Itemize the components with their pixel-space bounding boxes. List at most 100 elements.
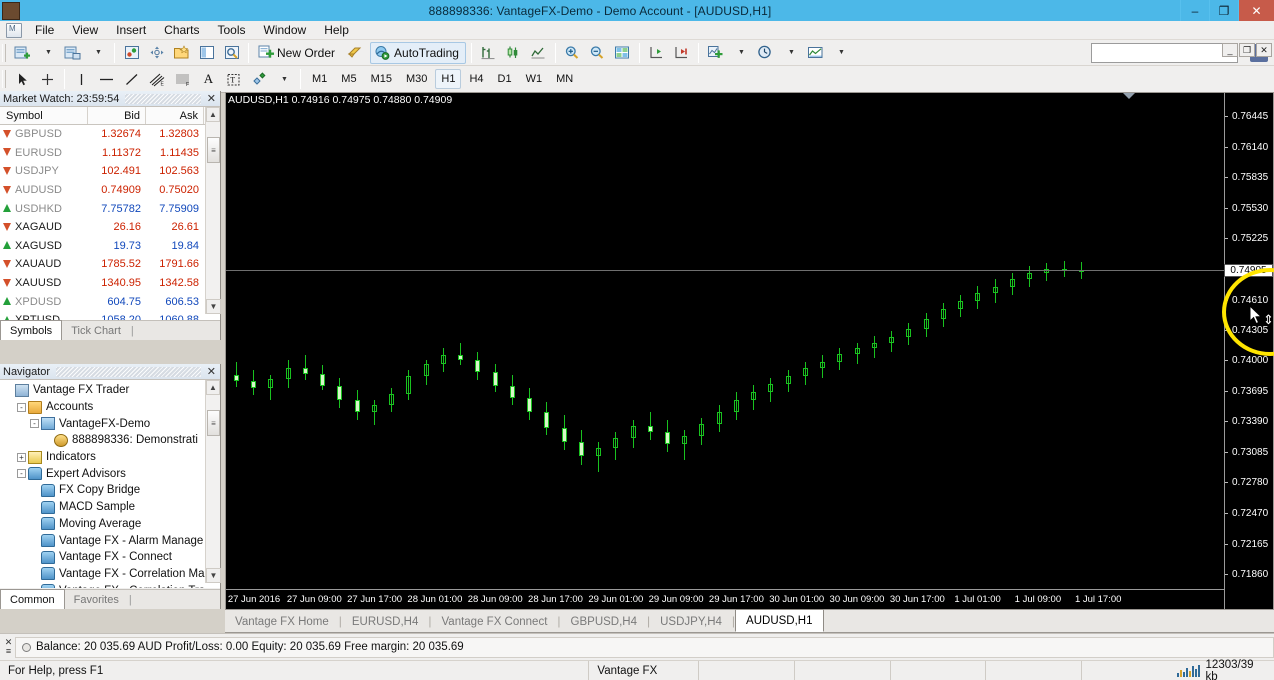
tile-windows-button[interactable] bbox=[611, 42, 634, 64]
timeframe-m5-button[interactable]: M5 bbox=[335, 69, 362, 89]
bar-chart-button[interactable] bbox=[477, 42, 500, 64]
new-order-button[interactable]: New Order bbox=[254, 42, 342, 64]
navigator-item[interactable]: Vantage FX - Correlation Tra bbox=[0, 582, 220, 588]
mdi-close-button[interactable]: ✕ bbox=[1256, 43, 1272, 57]
periods-button[interactable] bbox=[754, 42, 777, 64]
data-window-button[interactable] bbox=[145, 42, 168, 64]
timeframe-m30-button[interactable]: M30 bbox=[400, 69, 433, 89]
chart-tab[interactable]: Vantage FX Connect bbox=[431, 611, 557, 632]
mdi-restore-button[interactable]: ❐ bbox=[1239, 43, 1255, 57]
navigator-item[interactable]: Vantage FX - Correlation Ma bbox=[0, 566, 220, 583]
market-watch-row[interactable]: XAUAUD1785.521791.66 bbox=[0, 255, 220, 274]
chart-window[interactable]: AUDUSD,H1 0.74916 0.74975 0.74880 0.7490… bbox=[225, 92, 1274, 610]
navigator-scrollbar[interactable]: ▲ ≡ ▼ bbox=[205, 380, 220, 583]
navigator-item[interactable]: 888898336: Demonstrati bbox=[0, 432, 220, 449]
chart-tab[interactable]: USDJPY,H4 bbox=[650, 611, 732, 632]
navigator-item[interactable]: +Indicators bbox=[0, 449, 220, 466]
fibonacci-button[interactable]: F bbox=[171, 68, 195, 90]
timeframe-h1-button[interactable]: H1 bbox=[435, 69, 461, 89]
minimize-button[interactable]: – bbox=[1180, 0, 1209, 21]
market-watch-close-icon[interactable]: ✕ bbox=[207, 92, 216, 105]
market-watch-scrollbar[interactable]: ▲ ≡ ▼ bbox=[205, 107, 220, 314]
toolbar-grip[interactable] bbox=[2, 70, 6, 88]
timeframe-m15-button[interactable]: M15 bbox=[365, 69, 398, 89]
scroll-thumb[interactable]: ≡ bbox=[207, 410, 220, 436]
profiles-button[interactable] bbox=[61, 42, 84, 64]
scroll-down-icon[interactable]: ▼ bbox=[206, 568, 221, 583]
market-watch-row[interactable]: XAUUSD1340.951342.58 bbox=[0, 274, 220, 293]
expand-icon[interactable]: + bbox=[17, 453, 26, 462]
market-watch-row[interactable]: XAGAUD26.1626.61 bbox=[0, 218, 220, 237]
templates-button[interactable] bbox=[804, 42, 827, 64]
chart-tab[interactable]: Vantage FX Home bbox=[225, 611, 339, 632]
zoom-out-button[interactable] bbox=[586, 42, 609, 64]
price-scale[interactable]: 0.764450.761400.758350.755300.752250.749… bbox=[1224, 93, 1273, 609]
toolbar-grip[interactable] bbox=[2, 44, 6, 62]
navigator-item[interactable]: MACD Sample bbox=[0, 499, 220, 516]
shapes-dropdown[interactable]: ▼ bbox=[272, 68, 295, 90]
tab-favorites[interactable]: Favorites bbox=[65, 590, 128, 609]
navigator-item[interactable]: -Accounts bbox=[0, 399, 220, 416]
market-watch-row[interactable]: EURUSD1.113721.11435 bbox=[0, 144, 220, 163]
timeframe-h4-button[interactable]: H4 bbox=[463, 69, 489, 89]
navigator-item[interactable]: Vantage FX Trader bbox=[0, 382, 220, 399]
horizontal-line-button[interactable] bbox=[95, 68, 118, 90]
zoom-in-button[interactable] bbox=[561, 42, 584, 64]
profiles-dropdown[interactable]: ▼ bbox=[86, 42, 109, 64]
chart-tab[interactable]: AUDUSD,H1 bbox=[735, 609, 823, 632]
navigator-item[interactable]: FX Copy Bridge bbox=[0, 482, 220, 499]
chart-tab[interactable]: GBPUSD,H4 bbox=[561, 611, 647, 632]
navigator-item[interactable]: Vantage FX - Connect bbox=[0, 549, 220, 566]
menu-tools[interactable]: Tools bbox=[209, 21, 255, 39]
market-watch-row[interactable]: USDJPY102.491102.563 bbox=[0, 162, 220, 181]
periods-dropdown[interactable]: ▼ bbox=[779, 42, 802, 64]
scroll-up-icon[interactable]: ▲ bbox=[206, 380, 220, 395]
menu-view[interactable]: View bbox=[63, 21, 107, 39]
autotrading-button[interactable]: AutoTrading bbox=[370, 42, 466, 64]
menu-help[interactable]: Help bbox=[315, 21, 358, 39]
chart-canvas[interactable]: AUDUSD,H1 0.74916 0.74975 0.74880 0.7490… bbox=[226, 93, 1273, 609]
line-chart-button[interactable] bbox=[527, 42, 550, 64]
navigator-item[interactable]: -VantageFX-Demo bbox=[0, 415, 220, 432]
chart-tab[interactable]: EURUSD,H4 bbox=[342, 611, 428, 632]
timeframe-m1-button[interactable]: M1 bbox=[306, 69, 333, 89]
market-watch-row[interactable]: XAGUSD19.7319.84 bbox=[0, 237, 220, 256]
templates-dropdown[interactable]: ▼ bbox=[829, 42, 852, 64]
navigator-item[interactable]: Vantage FX - Alarm Manage bbox=[0, 532, 220, 549]
collapse-icon[interactable]: - bbox=[17, 469, 26, 478]
column-header-ask[interactable]: Ask bbox=[146, 107, 204, 124]
new-chart-dropdown[interactable]: ▼ bbox=[36, 42, 59, 64]
crosshair-button[interactable] bbox=[36, 68, 59, 90]
search-input[interactable] bbox=[1092, 45, 1240, 61]
menu-charts[interactable]: Charts bbox=[155, 21, 208, 39]
scroll-thumb[interactable]: ≡ bbox=[207, 137, 220, 163]
navigator-close-icon[interactable]: ✕ bbox=[207, 365, 216, 378]
market-watch-row[interactable]: GBPUSD1.326741.32803 bbox=[0, 125, 220, 144]
market-watch-row[interactable]: AUDUSD0.749090.75020 bbox=[0, 181, 220, 200]
navigator-button[interactable] bbox=[170, 42, 193, 64]
menu-window[interactable]: Window bbox=[255, 21, 316, 39]
trendline-button[interactable] bbox=[120, 68, 143, 90]
collapse-icon[interactable]: - bbox=[30, 419, 39, 428]
market-watch-row[interactable]: USDHKD7.757827.75909 bbox=[0, 199, 220, 218]
candlestick-chart-button[interactable] bbox=[502, 42, 525, 64]
navigator-item[interactable]: -Expert Advisors bbox=[0, 465, 220, 482]
menu-file[interactable]: File bbox=[26, 21, 63, 39]
equidistant-channel-button[interactable]: E bbox=[145, 68, 169, 90]
tab-symbols[interactable]: Symbols bbox=[0, 320, 62, 340]
metaeditor-button[interactable] bbox=[344, 42, 368, 64]
time-scale[interactable]: 27 Jun 201627 Jun 09:0027 Jun 17:0028 Ju… bbox=[226, 589, 1224, 609]
cursor-button[interactable] bbox=[11, 68, 34, 90]
market-watch-button[interactable] bbox=[120, 42, 143, 64]
strategy-tester-button[interactable] bbox=[220, 42, 243, 64]
restore-button[interactable]: ❐ bbox=[1209, 0, 1238, 21]
vertical-line-button[interactable] bbox=[70, 68, 93, 90]
collapse-icon[interactable]: - bbox=[17, 403, 26, 412]
close-button[interactable]: ✕ bbox=[1238, 0, 1274, 21]
terminal-button[interactable] bbox=[195, 42, 218, 64]
tab-tick-chart[interactable]: Tick Chart bbox=[62, 321, 130, 340]
market-watch-row[interactable]: XPDUSD604.75606.53 bbox=[0, 292, 220, 311]
menu-insert[interactable]: Insert bbox=[107, 21, 155, 39]
navigator-item[interactable]: Moving Average bbox=[0, 516, 220, 533]
indicators-button[interactable] bbox=[704, 42, 727, 64]
